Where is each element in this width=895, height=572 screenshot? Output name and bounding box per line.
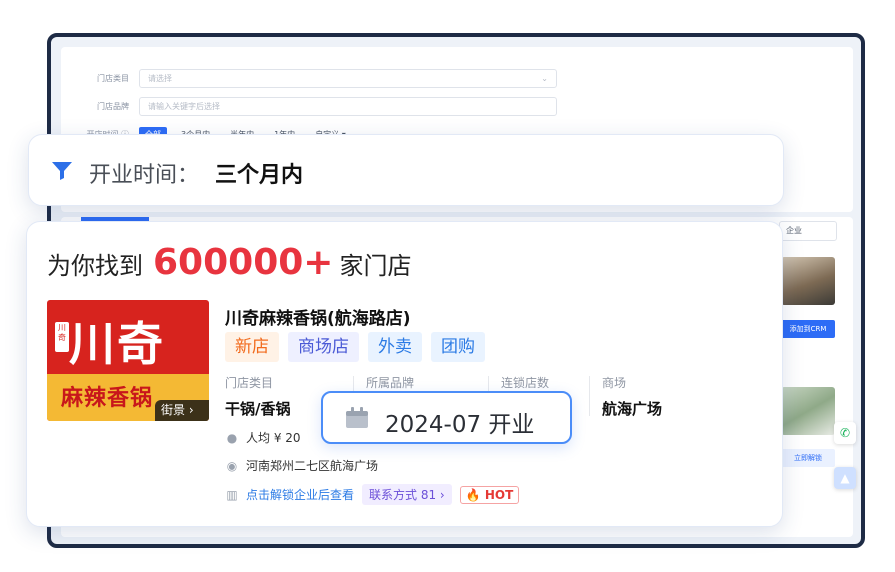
store-photo: [781, 387, 835, 435]
type-select[interactable]: 企业: [779, 221, 837, 241]
headline-suffix: 家门店: [339, 252, 412, 280]
chevron-down-icon: ⌄: [541, 74, 548, 83]
tag-delivery: 外卖: [368, 332, 422, 362]
filter-label: 门店品牌: [97, 102, 129, 111]
field-label-mall: 商场: [602, 376, 627, 390]
phone-icon[interactable]: ✆: [834, 422, 856, 444]
opening-time-label: 开业时间：: [89, 163, 200, 188]
field-label-brand: 所属品牌: [366, 376, 415, 390]
tag-new-store: 新店: [225, 332, 279, 362]
field-label-chain-count: 连锁店数: [501, 376, 550, 390]
store-result-card: 为你找到 600000+ 家门店 川奇 川奇 麻辣香锅 街景 › 川奇麻辣香锅(…: [26, 221, 783, 527]
field-label-category: 门店类目: [225, 376, 274, 390]
store-tags: 新店 商场店 外卖 团购: [225, 332, 485, 362]
company-row: ▥ 点击解锁企业后查看 联系方式 81 › 🔥 HOT: [225, 484, 520, 505]
logo-seal: 川奇: [55, 322, 69, 352]
tag-group-buy: 团购: [431, 332, 485, 362]
avg-price: 人均 ¥ 20: [246, 431, 301, 445]
unlock-company-link[interactable]: 点击解锁企业后查看: [246, 486, 354, 503]
unlock-button[interactable]: 立即解锁: [781, 449, 835, 467]
tag-mall-store: 商场店: [288, 332, 359, 362]
address: 河南郑州二七区航海广场: [246, 459, 379, 473]
store-logo[interactable]: 川奇 川奇 麻辣香锅 街景 ›: [47, 300, 209, 421]
filter-row-category: 门店类目 请选择 ⌄: [79, 69, 557, 88]
opening-date-text: 2024-07 开业: [385, 412, 535, 438]
brand-input[interactable]: 请输入关键字后选择: [139, 97, 557, 116]
category-placeholder: 请选择: [148, 74, 172, 83]
filter-label: 门店类目: [97, 74, 129, 83]
filter-row-brand: 门店品牌 请输入关键字后选择: [79, 97, 557, 116]
contact-info-button[interactable]: 联系方式 81 ›: [362, 484, 452, 505]
brand-placeholder: 请输入关键字后选择: [148, 102, 220, 111]
result-headline: 为你找到 600000+ 家门店: [47, 242, 411, 283]
opening-time-filter-card: 开业时间： 三个月内: [28, 134, 784, 206]
calendar-icon: [346, 407, 368, 428]
headline-prefix: 为你找到: [47, 252, 143, 280]
scroll-top-icon[interactable]: ▲: [834, 467, 856, 489]
add-crm-button[interactable]: 添加到CRM: [781, 320, 835, 338]
store-name[interactable]: 川奇麻辣香锅(航海路店): [225, 304, 411, 329]
avg-price-row: ● 人均 ¥ 20: [225, 429, 301, 446]
building-icon: ▥: [226, 487, 238, 502]
field-divider: [589, 376, 590, 416]
hot-badge: 🔥 HOT: [459, 485, 520, 504]
address-row: ◉ 河南郑州二七区航海广场: [225, 457, 378, 474]
coin-icon: ●: [226, 430, 238, 445]
location-pin-icon: ◉: [226, 458, 238, 473]
field-value-mall: 航海广场: [602, 400, 663, 418]
logo-sub-text: 麻辣香锅: [61, 385, 154, 411]
logo-main-text: 川奇: [69, 317, 165, 371]
category-select[interactable]: 请选择 ⌄: [139, 69, 557, 88]
store-photo: [781, 257, 835, 305]
field-value-category: 干锅/香锅: [225, 400, 291, 418]
funnel-icon: [52, 162, 72, 180]
streetview-button[interactable]: 街景 ›: [155, 400, 209, 421]
opening-time-value: 三个月内: [215, 163, 304, 188]
opening-date-card: 2024-07 开业: [321, 391, 572, 444]
store-count: 600000+: [153, 242, 334, 283]
